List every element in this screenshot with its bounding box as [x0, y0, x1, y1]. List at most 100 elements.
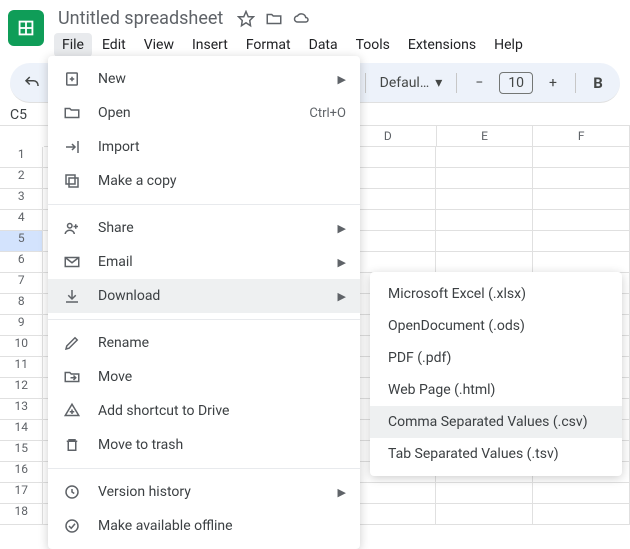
menu-insert[interactable]: Insert [184, 33, 236, 57]
move-icon [62, 367, 82, 387]
menu-item-new[interactable]: New ▶ [48, 62, 360, 96]
menu-item-share[interactable]: Share ▶ [48, 211, 360, 245]
row-header[interactable]: 13 [0, 399, 43, 420]
row-header[interactable]: 17 [0, 483, 43, 504]
menu-item-open[interactable]: Open Ctrl+O [48, 96, 360, 130]
sheets-logo[interactable] [8, 10, 44, 46]
row-header[interactable]: 6 [0, 252, 43, 273]
cell[interactable] [436, 168, 533, 189]
row-header[interactable]: 5 [0, 231, 43, 252]
offline-icon [62, 516, 82, 536]
font-size-input[interactable]: 10 [499, 72, 533, 94]
cell[interactable] [436, 210, 533, 231]
font-select[interactable]: Defaul… ▾ [374, 71, 449, 95]
row-header[interactable]: 18 [0, 504, 43, 525]
import-icon [62, 137, 82, 157]
menu-label: Version history [98, 484, 322, 500]
menu-view[interactable]: View [136, 33, 182, 57]
row-header[interactable]: 1 [0, 147, 43, 168]
doc-title[interactable]: Untitled spreadsheet [54, 6, 227, 31]
download-ods[interactable]: OpenDocument (.ods) [370, 310, 622, 342]
menu-format[interactable]: Format [238, 33, 299, 57]
row-header[interactable]: 2 [0, 168, 43, 189]
menu-label: Rename [98, 335, 346, 351]
menu-item-trash[interactable]: Move to trash [48, 428, 360, 462]
cell[interactable] [436, 504, 533, 525]
download-html[interactable]: Web Page (.html) [370, 374, 622, 406]
menu-extensions[interactable]: Extensions [400, 33, 484, 57]
row-header[interactable]: 12 [0, 378, 43, 399]
folder-icon [62, 103, 82, 123]
divider [456, 73, 457, 93]
menu-label: Add shortcut to Drive [98, 403, 346, 419]
cell[interactable] [533, 147, 630, 168]
cell[interactable] [436, 189, 533, 210]
menu-item-move[interactable]: Move [48, 360, 360, 394]
cell[interactable] [533, 483, 630, 504]
row-header[interactable]: 4 [0, 210, 43, 231]
menu-item-download[interactable]: Download ▶ [48, 279, 360, 313]
divider [365, 73, 366, 93]
cell-reference[interactable]: C5 [10, 107, 50, 123]
menu-item-import[interactable]: Import [48, 130, 360, 164]
menu-item-shortcut[interactable]: Add shortcut to Drive [48, 394, 360, 428]
row-header[interactable]: 16 [0, 462, 43, 483]
cell[interactable] [436, 483, 533, 504]
chevron-right-icon: ▶ [338, 256, 346, 269]
undo-icon[interactable] [18, 69, 46, 97]
cell[interactable] [533, 504, 630, 525]
menu-label: Share [98, 220, 322, 236]
menu-item-copy[interactable]: Make a copy [48, 164, 360, 198]
menu-item-version[interactable]: Version history ▶ [48, 475, 360, 509]
trash-icon [62, 435, 82, 455]
decrease-font-icon[interactable]: − [465, 69, 493, 97]
menu-item-offline[interactable]: Make available offline [48, 509, 360, 543]
row-header[interactable]: 7 [0, 273, 43, 294]
row-header[interactable]: 15 [0, 441, 43, 462]
move-folder-icon[interactable] [265, 10, 283, 28]
cloud-status-icon[interactable] [293, 10, 311, 28]
menu-label: Make available offline [98, 518, 346, 534]
email-icon [62, 252, 82, 272]
menu-item-email[interactable]: Email ▶ [48, 245, 360, 279]
cell[interactable] [533, 231, 630, 252]
history-icon [62, 482, 82, 502]
share-icon [62, 218, 82, 238]
row-header[interactable]: 14 [0, 420, 43, 441]
cell[interactable] [533, 168, 630, 189]
col-header[interactable]: F [533, 126, 630, 146]
bold-button[interactable]: B [584, 69, 612, 97]
menu-tools[interactable]: Tools [348, 33, 398, 57]
star-icon[interactable] [237, 10, 255, 28]
separator [48, 319, 360, 320]
chevron-right-icon: ▶ [338, 486, 346, 499]
menu-label: Email [98, 254, 322, 270]
download-csv[interactable]: Comma Separated Values (.csv) [370, 406, 622, 438]
row-header[interactable]: 9 [0, 315, 43, 336]
row-header[interactable]: 3 [0, 189, 43, 210]
download-pdf[interactable]: PDF (.pdf) [370, 342, 622, 374]
menu-label: Make a copy [98, 173, 346, 189]
menu-item-rename[interactable]: Rename [48, 326, 360, 360]
menu-help[interactable]: Help [486, 33, 531, 57]
cell[interactable] [436, 147, 533, 168]
col-header[interactable]: E [437, 126, 534, 146]
menu-data[interactable]: Data [301, 33, 346, 57]
download-tsv[interactable]: Tab Separated Values (.tsv) [370, 438, 622, 470]
cell[interactable] [533, 189, 630, 210]
menu-file[interactable]: File [54, 33, 92, 57]
row-header[interactable]: 11 [0, 357, 43, 378]
rename-icon [62, 333, 82, 353]
increase-font-icon[interactable]: + [539, 69, 567, 97]
row-header[interactable]: 10 [0, 336, 43, 357]
menu-label: New [98, 71, 322, 87]
cell[interactable] [533, 252, 630, 273]
cell[interactable] [436, 231, 533, 252]
download-submenu: Microsoft Excel (.xlsx) OpenDocument (.o… [370, 272, 622, 476]
chevron-right-icon: ▶ [338, 222, 346, 235]
cell[interactable] [436, 252, 533, 273]
download-xlsx[interactable]: Microsoft Excel (.xlsx) [370, 278, 622, 310]
cell[interactable] [533, 210, 630, 231]
menu-edit[interactable]: Edit [94, 33, 134, 57]
row-header[interactable]: 8 [0, 294, 43, 315]
